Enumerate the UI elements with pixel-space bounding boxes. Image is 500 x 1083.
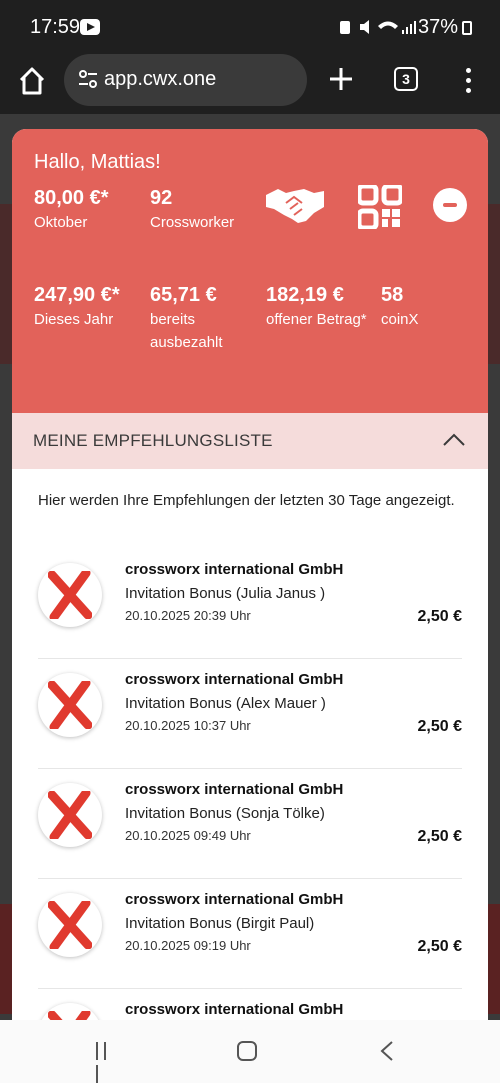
signal-icons (340, 20, 416, 34)
mute-icon (360, 20, 369, 34)
stat-value: 80,00 €* (34, 187, 109, 209)
stat-label: bereits ausbezahlt (150, 311, 223, 351)
referral-date: 20.10.2025 09:49 Uhr (125, 828, 251, 843)
browser-toolbar: app.cwx.one 3 (0, 54, 500, 114)
referral-description: Invitation Bonus (Birgit Paul) (125, 915, 315, 932)
stat-label: offener Betrag* (266, 311, 367, 328)
wifi-icon (378, 21, 398, 29)
avatar (38, 783, 102, 847)
info-text: Hier werden Ihre Empfehlungen der letzte… (38, 492, 455, 509)
collapse-button[interactable] (433, 188, 467, 222)
chevron-up-icon[interactable] (442, 433, 466, 447)
referral-company: crossworx international GmbH (125, 781, 344, 798)
battery-percentage: 37% (417, 16, 458, 38)
referral-description: Invitation Bonus (Sonja Tölke) (125, 805, 325, 822)
address-bar[interactable]: app.cwx.one (64, 54, 307, 106)
tab-switcher-button[interactable]: 3 (394, 67, 418, 91)
stat-month: 80,00 €* Oktober (34, 185, 129, 234)
battery-icon (462, 21, 472, 35)
list-item[interactable]: crossworx international GmbH Invitation … (38, 769, 462, 879)
avatar (38, 563, 102, 627)
list-item[interactable]: crossworx international GmbH Invitation … (38, 879, 462, 989)
cross-logo-icon (48, 901, 92, 949)
referral-list-header[interactable]: MEINE EMPFEHLUNGSLISTE (12, 413, 488, 469)
referral-amount: 2,50 € (417, 718, 462, 735)
referral-description: Invitation Bonus (Alex Mauer ) (125, 695, 326, 712)
referral-amount: 2,50 € (417, 938, 462, 955)
referral-description: Invitation Bonus (Julia Janus ) (125, 585, 326, 602)
avatar (38, 893, 102, 957)
stat-open-amount: 182,19 € offener Betrag* (266, 282, 371, 331)
stat-label: Crossworker (150, 214, 235, 231)
stat-value: 92 (150, 187, 173, 209)
home-icon[interactable] (18, 66, 46, 96)
stat-label: Dieses Jahr (34, 311, 114, 328)
stat-value: 247,90 €* (34, 284, 120, 306)
back-icon[interactable] (379, 1040, 395, 1062)
stat-value: 182,19 € (266, 284, 344, 306)
home-button-icon[interactable] (237, 1041, 257, 1061)
new-tab-icon[interactable] (328, 66, 354, 92)
referral-amount: 2,50 € (417, 828, 462, 845)
cross-logo-icon (48, 791, 92, 839)
referral-company: crossworx international GmbH (125, 891, 344, 908)
section-title: MEINE EMPFEHLUNGSLISTE (33, 431, 273, 450)
referral-panel: Hallo, Mattias! 80,00 €* Oktober 92 Cros… (12, 129, 488, 1020)
cross-logo-icon (48, 681, 92, 729)
more-menu-icon[interactable] (462, 66, 474, 94)
referral-company: crossworx international GmbH (125, 1001, 344, 1018)
status-time: 17:59 (30, 16, 81, 38)
account-summary: Hallo, Mattias! 80,00 €* Oktober 92 Cros… (12, 129, 488, 413)
stat-value: 58 (381, 284, 404, 306)
greeting: Hallo, Mattias! (34, 151, 161, 173)
referral-date: 20.10.2025 10:37 Uhr (125, 718, 251, 733)
stat-value: 65,71 € (150, 284, 217, 306)
youtube-icon (80, 19, 100, 35)
stat-label: coinX (381, 311, 419, 328)
handshake-icon[interactable] (264, 185, 326, 225)
site-settings-icon[interactable] (78, 69, 98, 89)
list-item[interactable]: crossworx international GmbH Invitation … (38, 659, 462, 769)
url-text[interactable]: app.cwx.one (104, 68, 216, 91)
battery-saver-icon (340, 21, 350, 34)
referral-date: 20.10.2025 09:19 Uhr (125, 938, 251, 953)
recent-apps-icon[interactable] (96, 1042, 118, 1083)
list-item[interactable]: crossworx international GmbH Invitation … (38, 549, 462, 659)
cross-logo-icon (48, 571, 92, 619)
cross-logo-icon (48, 1011, 91, 1020)
stat-paid-out: 65,71 € bereits ausbezahlt (150, 282, 255, 354)
stat-label: Oktober (34, 214, 88, 231)
avatar (38, 1003, 102, 1020)
referral-company: crossworx international GmbH (125, 561, 344, 578)
referral-date: 20.10.2025 20:39 Uhr (125, 608, 251, 623)
list-item[interactable]: crossworx international GmbH (38, 989, 462, 1020)
system-navigation-bar (0, 1020, 500, 1083)
qr-code-icon[interactable] (358, 185, 402, 229)
avatar (38, 673, 102, 737)
referral-list: crossworx international GmbH Invitation … (38, 549, 462, 1020)
stat-crossworker: 92 Crossworker (150, 185, 260, 234)
signal-icon (414, 21, 416, 34)
stat-coinx: 58 coinX (381, 282, 471, 331)
referral-amount: 2,50 € (417, 608, 462, 625)
status-bar: 17:59 37% (0, 0, 500, 54)
referral-company: crossworx international GmbH (125, 671, 344, 688)
stat-year: 247,90 €* Dieses Jahr (34, 282, 134, 331)
